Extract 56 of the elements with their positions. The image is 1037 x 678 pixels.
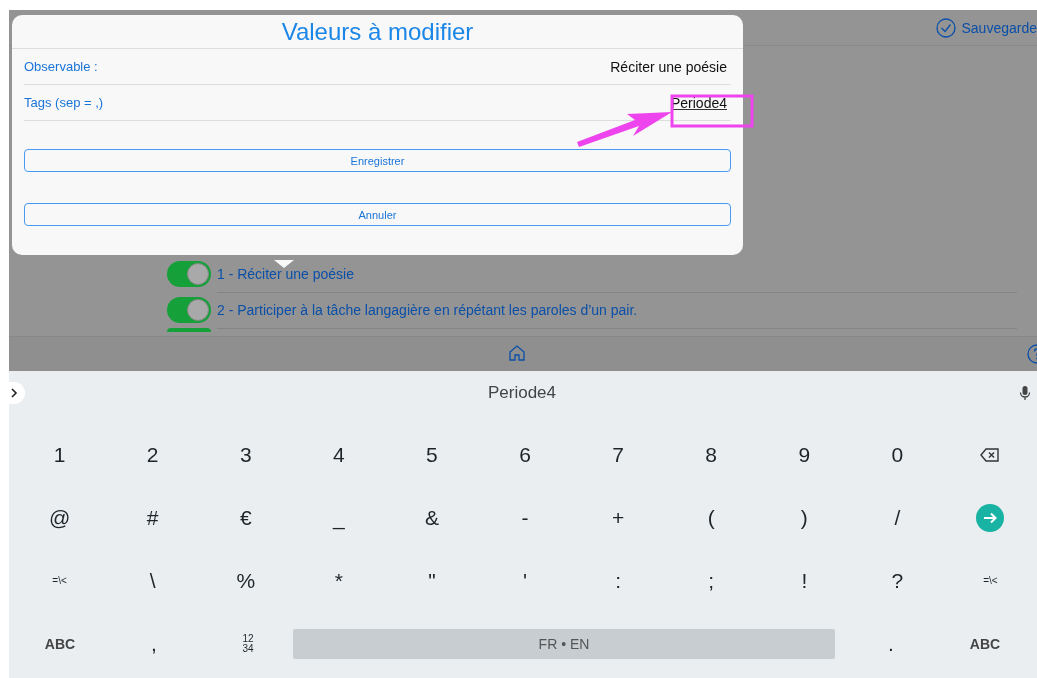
keyboard-key[interactable]: / — [850, 492, 944, 543]
symbols-key[interactable]: =\< — [943, 555, 1037, 606]
microphone-icon[interactable] — [1019, 385, 1031, 401]
row-label: 2 - Participer à la tâche langagière en répétant les paroles d’un pair. — [217, 301, 638, 318]
keyboard-key[interactable]: 5 — [385, 429, 479, 480]
keyboard-key[interactable]: & — [385, 492, 479, 543]
keyboard-key[interactable]: 6 — [478, 429, 572, 480]
keyboard-key[interactable]: # — [106, 492, 200, 543]
keyboard-key[interactable]: _ — [292, 492, 386, 543]
abc-key[interactable]: ABC — [13, 618, 107, 669]
dialog-button[interactable]: Annuler — [24, 203, 731, 226]
keyboard-key[interactable]: 7 — [571, 429, 665, 480]
keyboard-key[interactable]: \ — [106, 555, 200, 606]
keyboard-key[interactable]: " — [385, 555, 479, 606]
symbols-key[interactable]: =\< — [13, 555, 107, 606]
keyboard-key[interactable]: 1 — [13, 429, 107, 480]
keyboard-key[interactable]: * — [292, 555, 386, 606]
keyboard-key[interactable]: + — [571, 492, 665, 543]
keyboard-key[interactable]: 9 — [757, 429, 851, 480]
keyboard-key[interactable]: ! — [757, 555, 851, 606]
keyboard-key[interactable]: - — [478, 492, 572, 543]
input-field[interactable]: Réciter une poésie — [606, 56, 731, 77]
keyboard-key[interactable]: 2 — [106, 429, 200, 480]
keyboard-key[interactable]: 8 — [664, 429, 758, 480]
keyboard-key[interactable]: @ — [13, 492, 107, 543]
abc-key[interactable]: ABC — [938, 618, 1032, 669]
toggle-switch[interactable] — [167, 328, 211, 332]
keyboard-key[interactable]: ) — [757, 492, 851, 543]
keyboard-key[interactable]: 3 — [199, 429, 293, 480]
keyboard-key[interactable]: 0 — [850, 429, 944, 480]
keyboard-key[interactable]: ? — [850, 555, 944, 606]
space-bar[interactable]: FR • EN — [293, 628, 835, 659]
backspace-icon[interactable] — [980, 447, 1001, 462]
keyboard-key[interactable]: . — [844, 618, 938, 669]
keyboard-key[interactable]: : — [571, 555, 665, 606]
toggle-switch[interactable] — [167, 261, 211, 287]
suggestion-text[interactable]: Periode4 — [487, 383, 557, 403]
field-label: Observable : — [24, 59, 98, 74]
enter-icon[interactable] — [976, 503, 1005, 532]
keyboard-key[interactable]: € — [199, 492, 293, 543]
toggle-switch[interactable] — [167, 297, 211, 323]
dialog-title: Valeurs à modifier — [281, 17, 474, 46]
keyboard-key[interactable]: , — [107, 618, 201, 669]
row-label: 1 - Réciter une poésie — [217, 265, 354, 282]
dialog-pointer — [274, 260, 294, 268]
chevron-icon[interactable] — [9, 388, 19, 398]
numpad-key[interactable]: 12 34 — [201, 618, 295, 669]
field-label: Tags (sep = ,) — [24, 95, 104, 110]
keyboard-key[interactable]: ( — [664, 492, 758, 543]
home-icon[interactable] — [508, 344, 526, 362]
checkmark-icon — [936, 17, 957, 38]
dialog-button[interactable]: Enregistrer — [24, 149, 731, 172]
keyboard-key[interactable]: ; — [664, 555, 758, 606]
keyboard-key[interactable]: % — [199, 555, 293, 606]
keyboard-key[interactable]: ' — [478, 555, 572, 606]
keyboard-key[interactable]: 4 — [292, 429, 386, 480]
